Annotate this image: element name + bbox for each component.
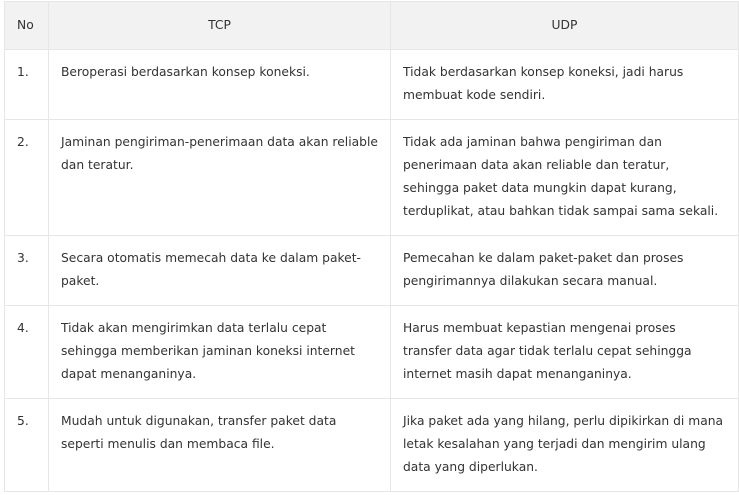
cell-no: 3. bbox=[4, 235, 49, 306]
cell-udp: Tidak ada jaminan bahwa pengiriman dan p… bbox=[390, 119, 739, 236]
table-body: 1. Beroperasi berdasarkan konsep koneksi… bbox=[4, 49, 739, 492]
cell-udp: Harus membuat kepastian mengenai proses … bbox=[390, 305, 739, 399]
cell-tcp: Jaminan pengiriman-penerimaan data akan … bbox=[48, 119, 391, 236]
cell-tcp: Tidak akan mengirimkan data terlalu cepa… bbox=[48, 305, 391, 399]
header-udp: UDP bbox=[390, 1, 739, 50]
header-no: No bbox=[4, 1, 49, 50]
cell-tcp: Mudah untuk digunakan, transfer paket da… bbox=[48, 398, 391, 492]
cell-no: 1. bbox=[4, 49, 49, 120]
tcp-udp-comparison-table: No TCP UDP 1. Beroperasi berdasarkan kon… bbox=[4, 1, 739, 492]
table-row: 4. Tidak akan mengirimkan data terlalu c… bbox=[4, 305, 739, 399]
cell-tcp: Beroperasi berdasarkan konsep koneksi. bbox=[48, 49, 391, 120]
cell-tcp: Secara otomatis memecah data ke dalam pa… bbox=[48, 235, 391, 306]
table-row: 2. Jaminan pengiriman-penerimaan data ak… bbox=[4, 119, 739, 236]
table-row: 3. Secara otomatis memecah data ke dalam… bbox=[4, 235, 739, 306]
table-row: 5. Mudah untuk digunakan, transfer paket… bbox=[4, 398, 739, 492]
cell-no: 5. bbox=[4, 398, 49, 492]
table-row: 1. Beroperasi berdasarkan konsep koneksi… bbox=[4, 49, 739, 120]
cell-udp: Pemecahan ke dalam paket-paket dan prose… bbox=[390, 235, 739, 306]
cell-udp: Tidak berdasarkan konsep koneksi, jadi h… bbox=[390, 49, 739, 120]
header-tcp: TCP bbox=[48, 1, 391, 50]
comparison-table-container: No TCP UDP 1. Beroperasi berdasarkan kon… bbox=[4, 1, 739, 492]
cell-udp: Jika paket ada yang hilang, perlu dipiki… bbox=[390, 398, 739, 492]
cell-no: 4. bbox=[4, 305, 49, 399]
header-row: No TCP UDP bbox=[4, 1, 739, 50]
table-header: No TCP UDP bbox=[4, 1, 739, 50]
cell-no: 2. bbox=[4, 119, 49, 236]
